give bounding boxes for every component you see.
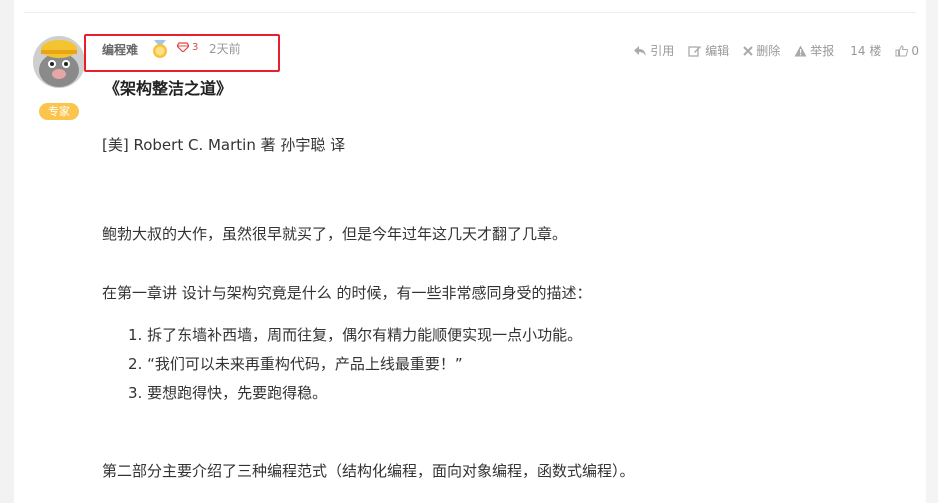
thumbs-up-icon xyxy=(895,44,909,56)
floor-number: 14 楼 xyxy=(850,44,882,58)
report-label: 举报 xyxy=(810,44,835,58)
quote-button[interactable]: 引用 xyxy=(633,42,674,59)
warning-icon xyxy=(794,45,807,56)
paragraph-3: 第二部分主要介绍了三种编程范式（结构化编程，面向对象编程，函数式编程）。 xyxy=(102,462,635,480)
gem-icon xyxy=(177,42,189,52)
gem-count: 3 xyxy=(192,42,199,53)
left-gutter xyxy=(0,0,14,503)
delete-label: 删除 xyxy=(756,44,781,58)
divider xyxy=(24,12,916,13)
edit-label: 编辑 xyxy=(705,44,730,58)
author-name[interactable]: 编程难 xyxy=(102,41,138,58)
edit-icon xyxy=(688,45,702,57)
expert-badge: 专家 xyxy=(39,103,79,120)
delete-button[interactable]: 删除 xyxy=(743,42,780,59)
byline: [美] Robert C. Martin 著 孙宇聪 译 xyxy=(102,136,346,154)
medal-icon xyxy=(153,40,167,58)
numbered-list: 1. 拆了东墙补西墙，周而往复，偶尔有精力能顺便实现一点小功能。 2. “我们可… xyxy=(128,325,582,412)
like-button[interactable]: 0 xyxy=(895,44,919,58)
post-time: 2天前 xyxy=(209,42,241,56)
report-button[interactable]: 举报 xyxy=(794,42,834,59)
post-actions: 引用 编辑 删除 举报 14 楼 0 xyxy=(619,42,919,59)
quote-label: 引用 xyxy=(650,44,675,58)
close-icon xyxy=(743,45,753,56)
paragraph-1: 鲍勃大叔的大作，虽然很早就买了，但是今年过年这几天才翻了几章。 xyxy=(102,225,568,243)
post-title: 《架构整洁之道》 xyxy=(104,79,233,98)
avatar-image xyxy=(33,36,85,88)
edit-button[interactable]: 编辑 xyxy=(688,42,729,59)
paragraph-2: 在第一章讲 设计与架构究竟是什么 的时候，有一些非常感同身受的描述： xyxy=(102,284,592,302)
like-count: 0 xyxy=(911,43,919,58)
list-item: 3. 要想跑得快，先要跑得稳。 xyxy=(128,384,328,402)
scrollbar-track[interactable] xyxy=(926,0,938,503)
reply-icon xyxy=(634,45,647,56)
list-item: 2. “我们可以未来再重构代码，产品上线最重要！” xyxy=(128,355,463,373)
list-item: 1. 拆了东墙补西墙，周而往复，偶尔有精力能顺便实现一点小功能。 xyxy=(128,326,583,344)
avatar[interactable] xyxy=(33,36,85,88)
